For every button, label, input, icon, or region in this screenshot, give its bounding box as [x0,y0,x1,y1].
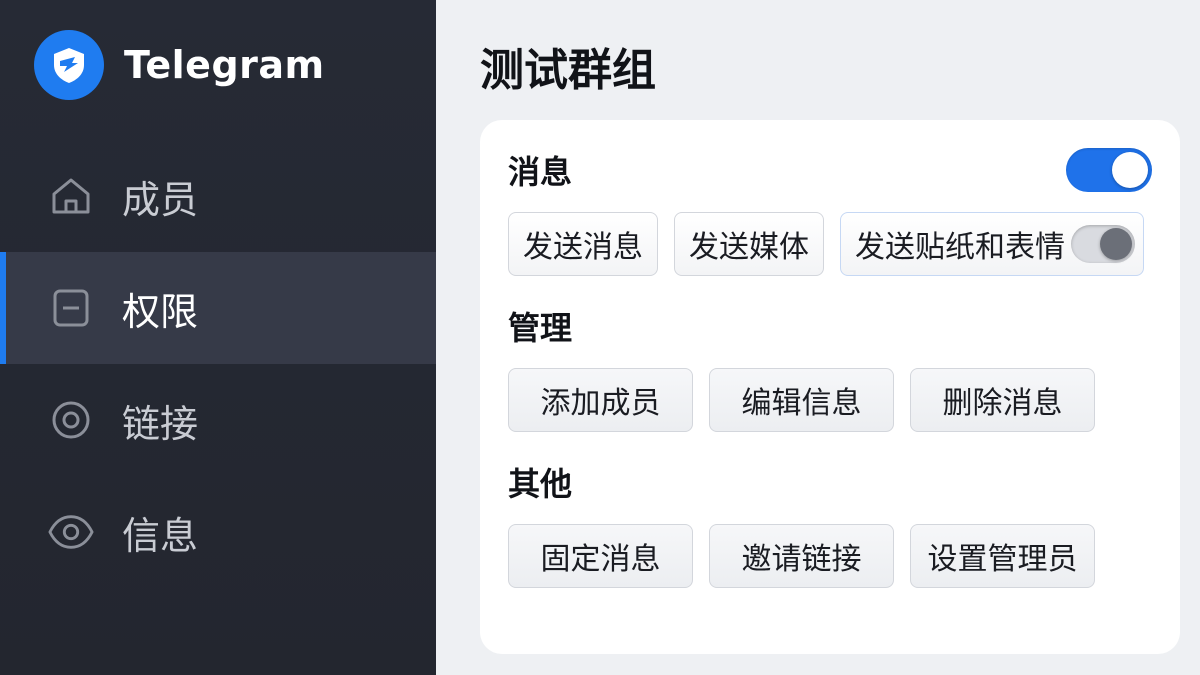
brand-name: Telegram [124,43,325,87]
sidebar-item-label: 信息 [122,513,199,558]
section-title: 其他 [508,465,573,503]
sidebar-item-links[interactable]: 链接 [0,364,436,476]
invite-link-button[interactable]: 邀请链接 [709,524,894,588]
section-title: 管理 [508,309,573,347]
home-icon [48,173,94,219]
sidebar-nav: 成员 权限 链接 信息 [0,140,436,588]
sidebar-item-label: 链接 [122,401,199,446]
minus-square-icon [48,285,94,331]
edit-info-button[interactable]: 编辑信息 [709,368,894,432]
toggle-knob [1100,228,1132,260]
sidebar-item-permissions[interactable]: 权限 [0,252,436,364]
shield-logo-icon [34,30,104,100]
page-title: 测试群组 [480,45,656,96]
send-stickers-option[interactable]: 发送贴纸和表情 [840,212,1144,276]
main-panel: 测试群组 消息 发送消息 发送媒体 发送贴纸和表情 管理 添加成员 编辑信息 删… [436,0,1200,675]
eye-icon [48,509,94,555]
permissions-card: 消息 发送消息 发送媒体 发送贴纸和表情 管理 添加成员 编辑信息 删除消息 其… [480,120,1180,654]
send-stickers-label: 发送贴纸和表情 [855,230,1065,265]
section-manage: 管理 添加成员 编辑信息 删除消息 [508,304,1152,432]
sidebar: Telegram 成员 权限 链接 信息 [0,0,436,675]
sidebar-item-label: 权限 [122,289,199,334]
toggle-knob [1112,152,1148,188]
sidebar-item-info[interactable]: 信息 [0,476,436,588]
delete-messages-button[interactable]: 删除消息 [910,368,1095,432]
brand: Telegram [34,30,325,100]
send-media-button[interactable]: 发送媒体 [674,212,824,276]
set-admin-button[interactable]: 设置管理员 [910,524,1095,588]
pin-messages-button[interactable]: 固定消息 [508,524,693,588]
sidebar-item-label: 成员 [122,177,199,222]
send-messages-button[interactable]: 发送消息 [508,212,658,276]
section-other: 其他 固定消息 邀请链接 设置管理员 [508,460,1152,588]
messages-toggle[interactable] [1066,148,1152,192]
send-stickers-toggle[interactable] [1071,225,1135,263]
sidebar-item-members[interactable]: 成员 [0,140,436,252]
section-title: 消息 [508,153,573,191]
target-icon [48,397,94,443]
section-messages: 消息 发送消息 发送媒体 发送贴纸和表情 [508,148,1152,276]
add-members-button[interactable]: 添加成员 [508,368,693,432]
